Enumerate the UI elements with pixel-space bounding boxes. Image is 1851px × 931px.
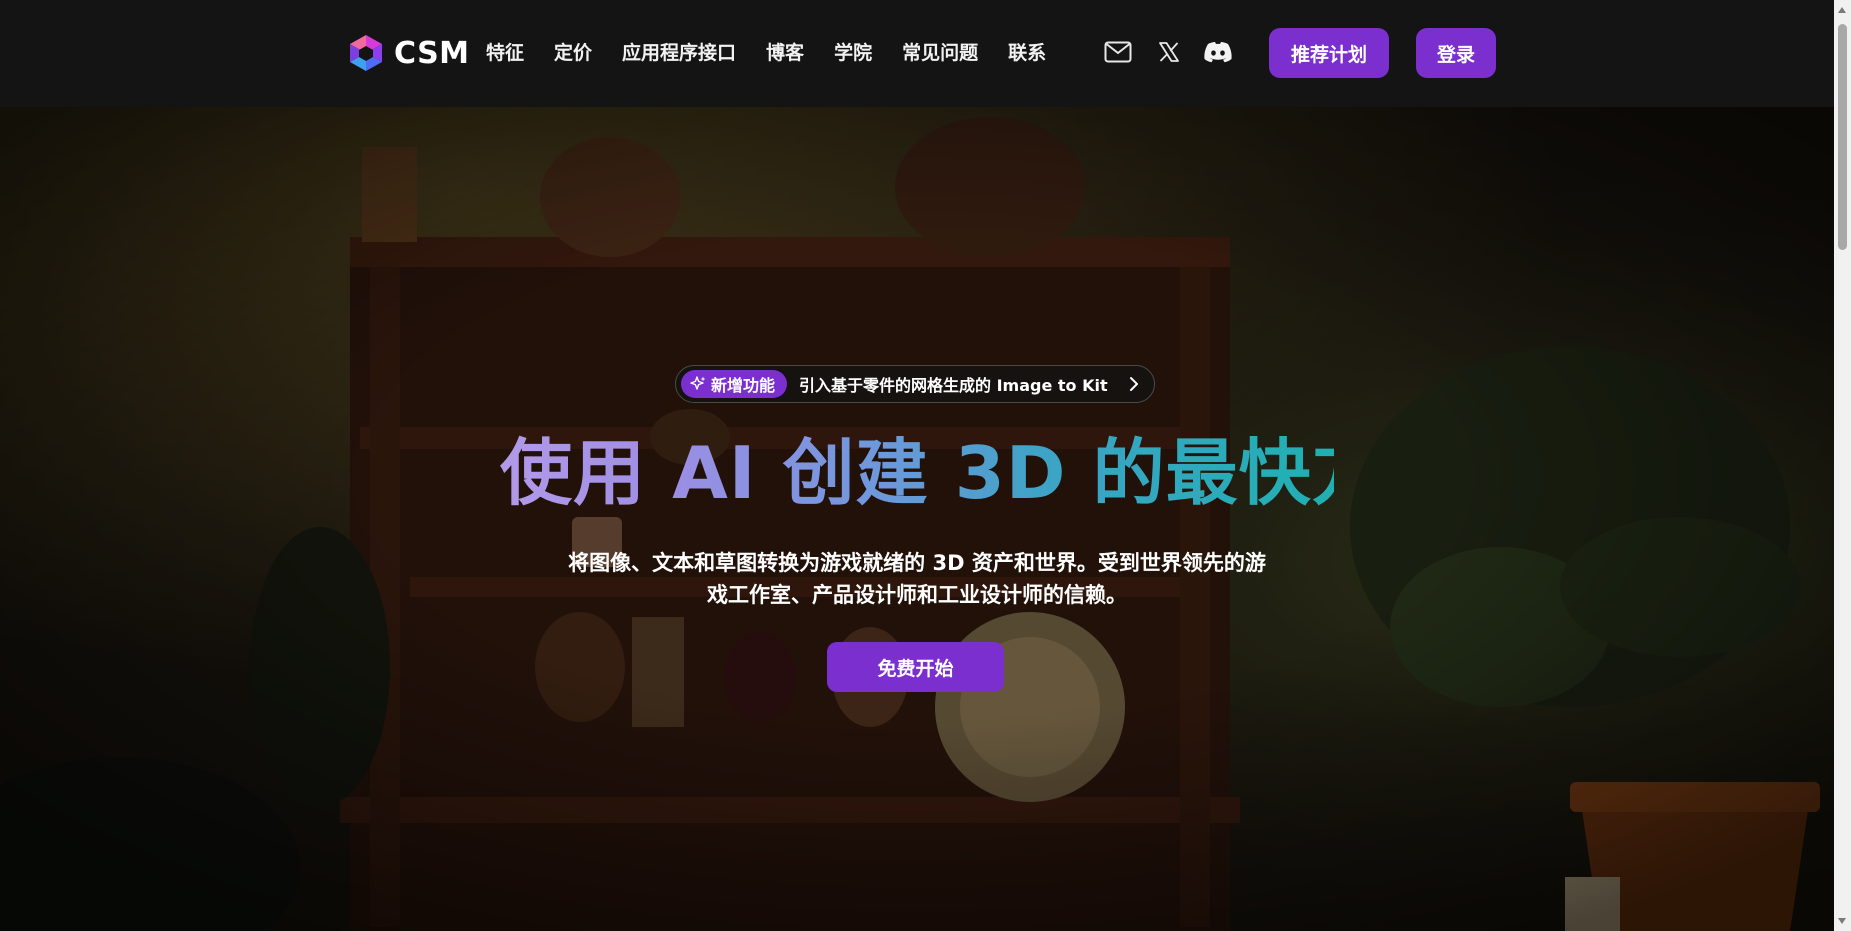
scrollbar-thumb[interactable]: [1838, 24, 1847, 250]
page-scrollbar[interactable]: [1834, 0, 1851, 931]
new-feature-text: 引入基于零件的网格生成的 Image to Kit: [799, 376, 1108, 395]
hero-subtitle: 将图像、文本和草图转换为游戏就绪的 3D 资产和世界。受到世界领先的游 戏工作室…: [530, 547, 1304, 611]
nav-link-blog[interactable]: 博客: [766, 38, 804, 65]
new-feature-label: 新增功能: [711, 376, 776, 395]
new-feature-tag: 新增功能: [681, 370, 788, 398]
mail-icon[interactable]: [1103, 38, 1133, 66]
top-navbar: CSM 特征 定价 应用程序接口 博客 学院 常见问题 联系 推荐计划 登录: [0, 0, 1834, 107]
scroll-up-arrow-icon[interactable]: [1838, 7, 1846, 13]
sparkle-icon: [690, 376, 706, 390]
hero-subtitle-line-2: 戏工作室、产品设计师和工业设计师的信赖。: [707, 583, 1127, 607]
nav-link-contact[interactable]: 联系: [1008, 38, 1046, 65]
hero-headline-wrapper: 使用 AI 创建 3D 的最快方法: [500, 425, 1457, 525]
brand-logo[interactable]: CSM: [344, 33, 470, 73]
referral-program-button[interactable]: 推荐计划: [1269, 28, 1389, 78]
discord-icon[interactable]: [1203, 38, 1233, 66]
brand-name: CSM: [394, 35, 470, 71]
nav-links: 特征 定价 应用程序接口 博客 学院 常见问题 联系: [486, 38, 1046, 65]
hero-section: 新增功能 引入基于零件的网格生成的 Image to Kit 使用 AI 创建 …: [0, 107, 1834, 931]
chevron-right-icon: [1130, 377, 1138, 391]
scroll-down-arrow-icon[interactable]: [1838, 918, 1846, 924]
nav-link-academy[interactable]: 学院: [834, 38, 872, 65]
x-twitter-icon[interactable]: [1154, 38, 1184, 66]
nav-link-features[interactable]: 特征: [486, 38, 524, 65]
csm-logo-icon: [350, 35, 382, 71]
nav-link-api[interactable]: 应用程序接口: [622, 38, 736, 65]
nav-link-pricing[interactable]: 定价: [554, 38, 592, 65]
hero-headline: 使用 AI 创建 3D 的最快方法: [500, 425, 1457, 521]
hero-subtitle-line-1: 将图像、文本和草图转换为游戏就绪的 3D 资产和世界。受到世界领先的游: [568, 551, 1266, 575]
start-free-button[interactable]: 免费开始: [827, 642, 1004, 692]
new-feature-banner[interactable]: 新增功能 引入基于零件的网格生成的 Image to Kit: [675, 365, 1155, 403]
nav-link-faq[interactable]: 常见问题: [902, 38, 978, 65]
login-button[interactable]: 登录: [1416, 28, 1496, 78]
